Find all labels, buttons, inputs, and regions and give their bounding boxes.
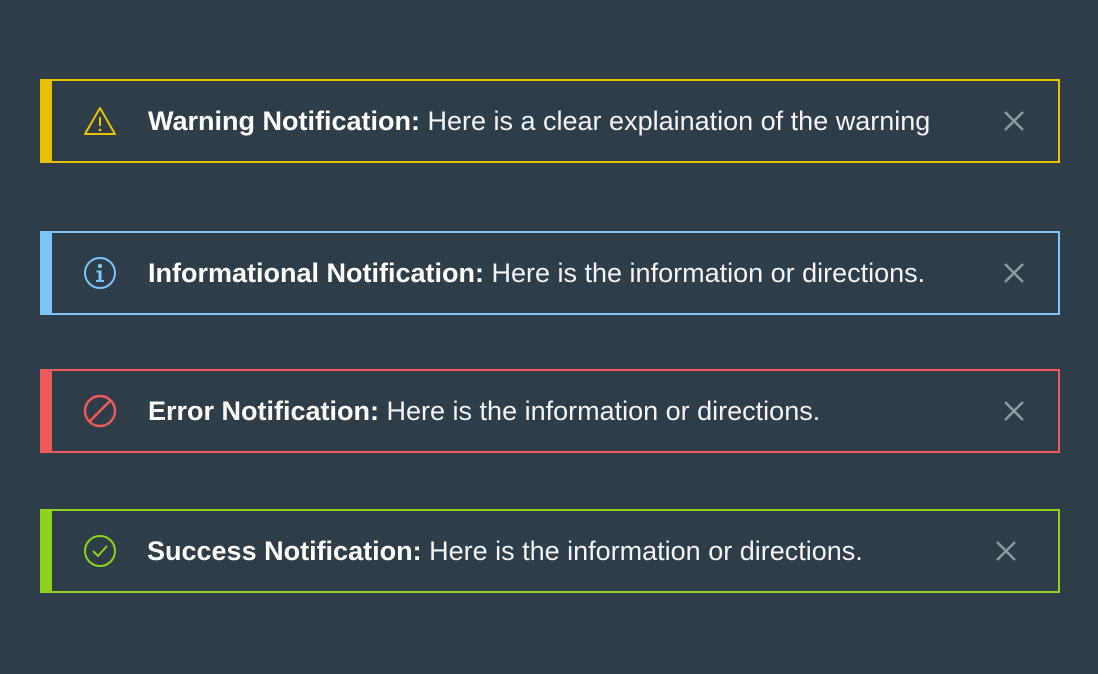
notification-text: Informational Notification: Here is the …	[148, 257, 968, 289]
error-notification: Error Notification: Here is the informat…	[40, 369, 1060, 453]
success-notification: Success Notification: Here is the inform…	[40, 509, 1060, 593]
warning-notification: Warning Notification: Here is a clear ex…	[40, 79, 1060, 163]
notification-text: Warning Notification: Here is a clear ex…	[148, 105, 968, 137]
notification-title: Warning Notification:	[148, 106, 420, 136]
info-circle-icon	[80, 253, 120, 293]
warning-triangle-icon	[80, 101, 120, 141]
notification-title: Informational Notification:	[148, 258, 484, 288]
error-prohibited-icon	[80, 391, 120, 431]
close-icon	[996, 541, 1016, 561]
success-check-circle-icon	[80, 531, 120, 571]
close-icon	[1004, 401, 1024, 421]
close-button[interactable]	[1000, 107, 1028, 135]
informational-notification: Informational Notification: Here is the …	[40, 231, 1060, 315]
notification-message: Here is the information or directions.	[386, 396, 821, 426]
close-button[interactable]	[992, 537, 1020, 565]
notification-message: Here is a clear explaination of the warn…	[427, 106, 931, 136]
notification-message: Here is the information or directions.	[491, 258, 926, 288]
notification-text: Error Notification: Here is the informat…	[148, 395, 968, 427]
notification-title: Error Notification:	[148, 396, 380, 426]
close-button[interactable]	[1000, 259, 1028, 287]
notification-text: Success Notification: Here is the inform…	[147, 535, 968, 567]
close-button[interactable]	[1000, 397, 1028, 425]
close-icon	[1004, 111, 1024, 131]
close-icon	[1004, 263, 1024, 283]
notification-title: Success Notification:	[147, 536, 422, 566]
notification-message: Here is the information or directions.	[429, 536, 863, 566]
